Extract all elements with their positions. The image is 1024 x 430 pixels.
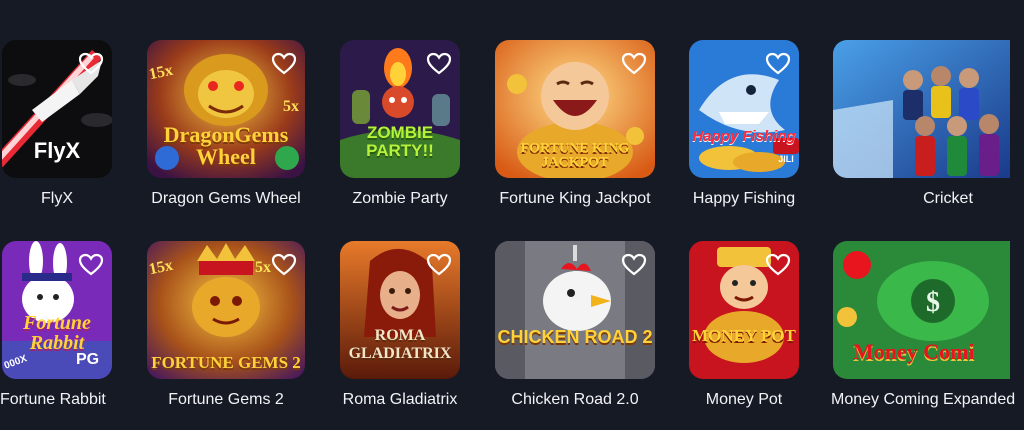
heart-icon[interactable] — [271, 52, 297, 76]
game-title[interactable]: Dragon Gems Wheel — [147, 190, 305, 208]
svg-text:$: $ — [926, 287, 940, 318]
game-logo-text: FORTUNE KING JACKPOT — [520, 141, 630, 170]
heart-icon[interactable] — [426, 52, 452, 76]
heart-icon[interactable] — [271, 253, 297, 277]
provider-badge: JILI — [778, 154, 794, 164]
game-title[interactable]: Cricket — [863, 190, 1024, 208]
game-title[interactable]: Happy Fishing — [679, 190, 809, 208]
game-title[interactable]: FlyX — [2, 190, 112, 208]
game-logo-text: Money Comi — [853, 339, 975, 364]
heart-icon[interactable] — [621, 253, 647, 277]
game-logo-text: Happy Fishing — [692, 128, 796, 145]
game-logo-text: FlyX — [33, 138, 81, 163]
game-title[interactable]: Fortune King Jackpot — [485, 190, 665, 208]
heart-icon[interactable] — [78, 52, 104, 76]
game-title[interactable]: Money Coming Expanded — [831, 391, 1024, 409]
game-title[interactable]: Money Pot — [679, 391, 809, 409]
game-thumbnail[interactable] — [833, 40, 1010, 178]
game-thumbnail[interactable]: Happy Fishing JILI — [689, 40, 799, 178]
game-logo-text: Fortune Rabbit — [23, 312, 91, 354]
game-thumbnail[interactable]: 15x 5x DragonGems Wheel — [147, 40, 305, 178]
game-thumbnail[interactable]: 15x 5x FORTUNE GEMS 2 — [147, 241, 305, 379]
cricket-art — [833, 40, 1010, 178]
game-logo-text: MONEY POT — [692, 326, 796, 345]
game-logo-text: FORTUNE GEMS 2 — [151, 353, 301, 372]
games-grid: FlyX FlyX 15x 5x DragonGems Wheel Dragon… — [0, 0, 1024, 430]
game-title[interactable]: Fortune Rabbit — [0, 391, 116, 409]
game-title[interactable]: Roma Gladiatrix — [330, 391, 470, 409]
game-title[interactable]: Fortune Gems 2 — [147, 391, 305, 409]
multiplier-badge-right: 5x — [283, 98, 299, 115]
game-title[interactable]: Zombie Party — [330, 190, 470, 208]
game-thumbnail[interactable]: ROMA GLADIATRIX — [340, 241, 460, 379]
heart-icon[interactable] — [78, 253, 104, 277]
game-thumbnail[interactable]: MONEY POT — [689, 241, 799, 379]
provider-badge: PG — [76, 351, 100, 368]
game-thumbnail[interactable]: ZOMBIE PARTY!! — [340, 40, 460, 178]
game-logo-text: DragonGems Wheel — [163, 122, 289, 169]
heart-icon[interactable] — [621, 52, 647, 76]
game-thumbnail[interactable]: CHICKEN ROAD 2 — [495, 241, 655, 379]
game-logo-text: ROMA GLADIATRIX — [348, 327, 452, 362]
multiplier-badge-right: 5x — [255, 259, 271, 276]
heart-icon[interactable] — [765, 253, 791, 277]
game-logo-text: CHICKEN ROAD 2 — [497, 327, 653, 347]
game-thumbnail[interactable]: FlyX — [2, 40, 112, 178]
game-thumbnail[interactable]: $ Money Comi — [833, 241, 1010, 379]
heart-icon[interactable] — [765, 52, 791, 76]
game-title[interactable]: Chicken Road 2.0 — [485, 391, 665, 409]
game-thumbnail[interactable]: FORTUNE KING JACKPOT — [495, 40, 655, 178]
heart-icon[interactable] — [426, 253, 452, 277]
game-thumbnail[interactable]: Fortune Rabbit 000X PG — [2, 241, 112, 379]
game-logo-text: ZOMBIE PARTY!! — [366, 123, 434, 160]
